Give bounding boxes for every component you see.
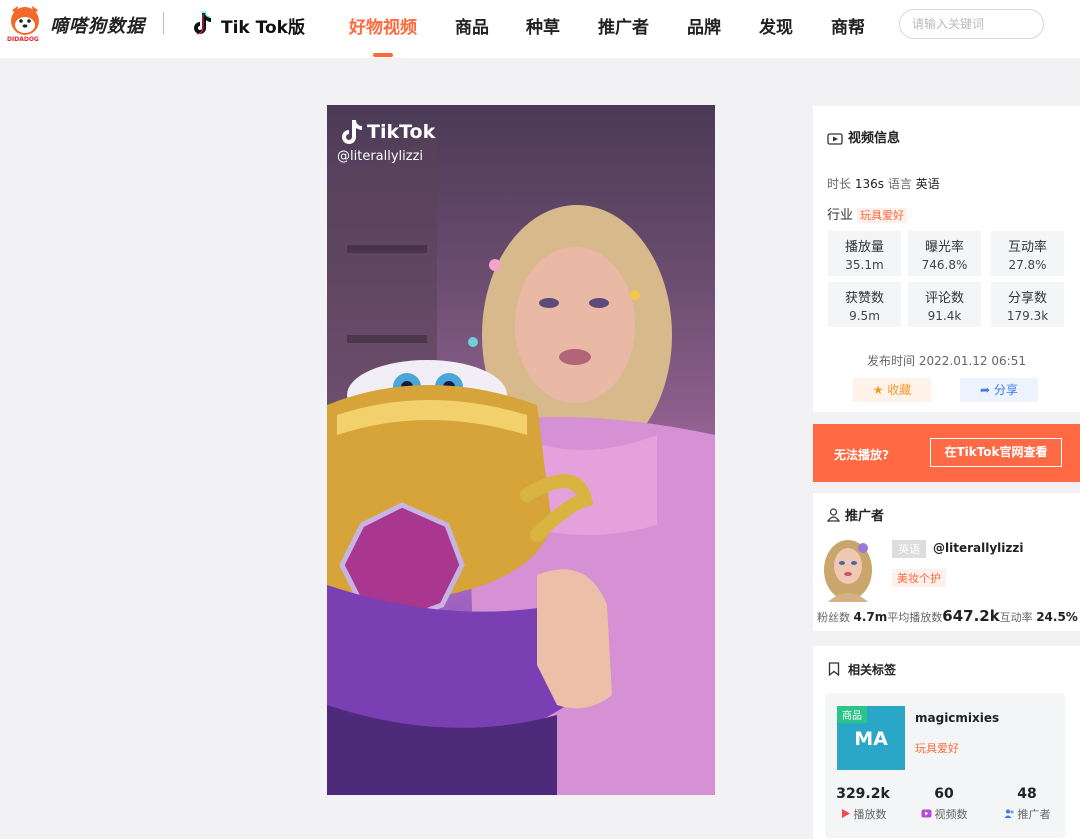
brand-tag-item[interactable]: 商品 MA magicmixies 玩具爱好 329.2k 播放数 60 视频数…: [825, 693, 1065, 838]
stat-value: 179.3k: [1006, 309, 1049, 323]
stat-label-row: 播放数: [825, 806, 901, 822]
duration-language-line: 时长 136s 语言 英语: [827, 175, 940, 192]
industry-label: 行业: [827, 208, 854, 223]
language-value: 英语: [915, 177, 940, 191]
user-icon: [826, 507, 841, 526]
stat-value: 746.8%: [921, 258, 968, 272]
active-nav-indicator: [373, 53, 393, 57]
industry-line: 行业 玩具爱好: [827, 204, 908, 223]
product-badge: 商品: [837, 706, 867, 723]
nav-discover[interactable]: 发现: [759, 13, 793, 38]
tiktok-watermark-handle: @literallylizzi: [337, 149, 424, 164]
related-tags-title: 相关标签: [848, 663, 897, 677]
top-header: DIDADOG 嘀嗒狗数据 Tik Tok版 好物视频 商品 种草 推广者 品牌…: [0, 0, 1080, 58]
cant-play-banner: 无法播放? 在TikTok官网查看: [813, 424, 1080, 482]
stat-shares: 分享数 179.3k: [991, 282, 1064, 327]
stat-label-row: 视频数: [906, 806, 982, 822]
video-info-card: 视频信息 时长 136s 语言 英语 行业 玩具爱好 播放量 35.1m 曝光率…: [813, 106, 1080, 412]
people-icon: [1004, 808, 1015, 819]
stat-label: 推广者: [1017, 808, 1051, 821]
video-player[interactable]: TikTok @literallylizzi: [327, 105, 715, 795]
stat-value: 35.1m: [845, 258, 884, 272]
bookmark-icon: [828, 661, 840, 680]
promoter-category-tag[interactable]: 美妆个护: [892, 569, 946, 587]
publish-time: 2022.01.12 06:51: [918, 354, 1026, 368]
tiktok-version-label[interactable]: Tik Tok版: [221, 13, 305, 38]
avg-play-label: 平均播放数: [887, 611, 943, 624]
stat-value: 9.5m: [849, 309, 880, 323]
stat-label: 评论数: [924, 291, 964, 306]
industry-tag[interactable]: 玩具爱好: [857, 208, 908, 223]
video-icon: [827, 130, 843, 149]
video-info-title: 视频信息: [848, 131, 901, 146]
share-button[interactable]: ➦ 分享: [960, 378, 1038, 402]
video-frame-illustration: [327, 135, 715, 795]
nav-good-videos[interactable]: 好物视频: [349, 13, 417, 38]
logo-subtext: DIDADOG: [7, 36, 39, 43]
promoter-stats: 粉丝数 4.7m平均播放数647.2k互动率 24.5%: [817, 607, 1078, 625]
stat-engagement-rate: 互动率 27.8%: [991, 231, 1064, 276]
play-icon: [840, 808, 851, 819]
stat-label: 播放量: [844, 240, 884, 255]
nav-brands[interactable]: 品牌: [687, 13, 721, 38]
star-icon: ★: [872, 383, 884, 397]
brand-name[interactable]: magicmixies: [915, 711, 999, 725]
publish-label: 发布时间: [867, 354, 916, 368]
followers-label: 粉丝数: [817, 611, 850, 624]
tiktok-icon: [190, 11, 212, 35]
cant-play-text: 无法播放?: [834, 448, 889, 462]
stat-value: 329.2k: [836, 786, 890, 802]
brand-stat-plays: 329.2k 播放数: [825, 786, 901, 822]
stat-exposure-rate: 曝光率 746.8%: [908, 231, 981, 276]
followers-value: 4.7m: [853, 610, 888, 624]
nav-seeding[interactable]: 种草: [526, 13, 560, 38]
brand-stat-promoters: 48 推广者: [989, 786, 1065, 822]
view-on-tiktok-button[interactable]: 在TikTok官网查看: [930, 438, 1062, 467]
search-input[interactable]: [899, 9, 1044, 39]
avg-play-value: 647.2k: [942, 607, 1000, 625]
brand-name[interactable]: 嘀嗒狗数据: [50, 12, 145, 38]
stat-likes: 获赞数 9.5m: [828, 282, 901, 327]
stat-play-count: 播放量 35.1m: [828, 231, 901, 276]
stat-label: 曝光率: [924, 240, 964, 255]
stat-label: 分享数: [1007, 291, 1047, 306]
nav-products[interactable]: 商品: [455, 13, 489, 38]
promoter-language-badge: 英语: [892, 540, 926, 558]
engagement-label: 互动率: [999, 611, 1033, 624]
stat-value: 60: [934, 786, 954, 802]
share-arrow-icon: ➦: [980, 383, 991, 397]
share-label: 分享: [993, 383, 1018, 397]
stat-label: 视频数: [934, 808, 968, 821]
stat-label-row: 推广者: [989, 806, 1065, 822]
language-label: 语言: [887, 177, 912, 191]
duration-label: 时长: [827, 177, 852, 191]
stat-label: 获赞数: [844, 291, 884, 306]
promoter-title: 推广者: [845, 509, 885, 524]
nav-promoters[interactable]: 推广者: [598, 13, 649, 38]
brand-category: 玩具爱好: [915, 742, 959, 755]
video-count-icon: [921, 808, 932, 819]
tiktok-watermark-icon: [341, 119, 363, 145]
promoter-card: 推广者 英语 @literallylizzi 美妆个护 粉丝数 4.7m平均播放…: [813, 493, 1080, 631]
tiktok-watermark-text: TikTok: [367, 121, 436, 143]
header-divider: [163, 12, 164, 34]
brand-abbreviation: MA: [854, 728, 888, 750]
collect-label: 收藏: [887, 383, 912, 397]
duration-value: 136s: [854, 177, 884, 191]
engagement-value: 24.5%: [1036, 610, 1078, 624]
stat-value: 91.4k: [927, 309, 962, 323]
stat-label: 互动率: [1007, 240, 1047, 255]
promoter-avatar[interactable]: [818, 536, 878, 602]
brand-logo[interactable]: 商品 MA: [837, 706, 905, 770]
stat-value: 48: [1017, 786, 1037, 802]
nav-business-help[interactable]: 商帮: [831, 13, 865, 38]
publish-time-line: 发布时间 2022.01.12 06:51: [813, 352, 1080, 369]
brand-stat-videos: 60 视频数: [906, 786, 982, 822]
collect-button[interactable]: ★ 收藏: [853, 378, 931, 402]
promoter-handle[interactable]: @literallylizzi: [933, 541, 1023, 555]
stat-comments: 评论数 91.4k: [908, 282, 981, 327]
stat-label: 播放数: [853, 808, 887, 821]
related-tags-card: 相关标签 商品 MA magicmixies 玩具爱好 329.2k 播放数 6…: [813, 646, 1080, 839]
stat-value: 27.8%: [1008, 258, 1047, 272]
